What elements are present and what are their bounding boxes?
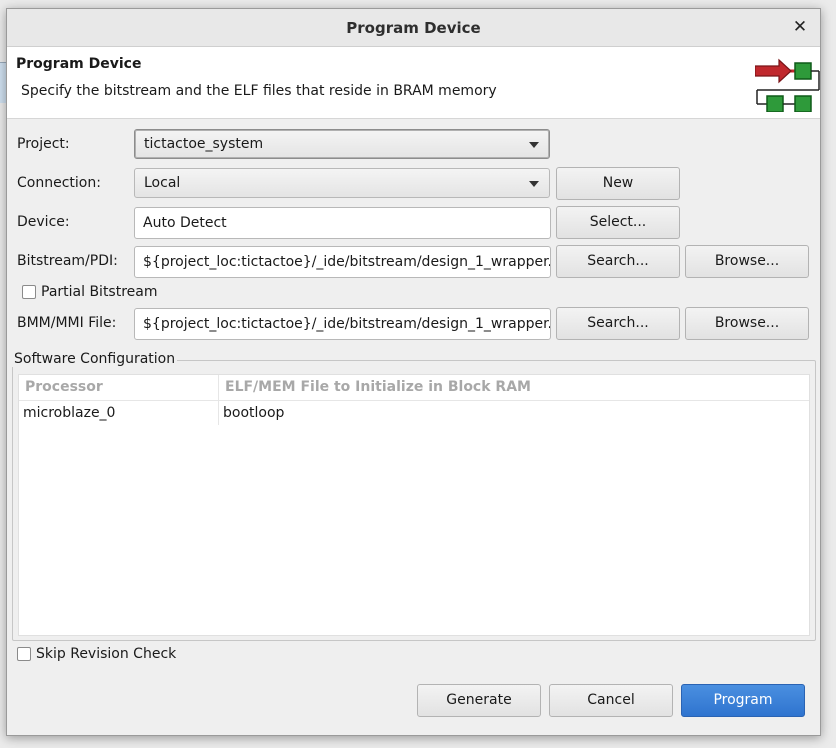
close-icon[interactable]: ✕ <box>790 17 810 37</box>
program-device-icon <box>755 58 820 112</box>
software-configuration-title: Software Configuration <box>12 351 178 367</box>
skip-revision-checkbox[interactable] <box>17 647 31 661</box>
bitstream-browse-button[interactable]: Browse... <box>685 245 809 278</box>
table-row-processor-cell[interactable]: microblaze_0 <box>19 401 218 425</box>
header-description: Specify the bitstream and the ELF files … <box>21 83 497 99</box>
bmm-browse-button[interactable]: Browse... <box>685 307 809 340</box>
connection-dropdown[interactable]: Local <box>134 168 550 198</box>
program-device-dialog: Program Device ✕ Program Device Specify … <box>6 8 821 736</box>
bitstream-search-button[interactable]: Search... <box>556 245 680 278</box>
device-label: Device: <box>17 214 70 230</box>
chevron-down-icon <box>529 142 539 148</box>
program-button[interactable]: Program <box>681 684 805 717</box>
project-dropdown[interactable]: tictactoe_system <box>134 129 550 159</box>
dialog-header: Program Device Specify the bitstream and… <box>7 47 820 119</box>
connection-label: Connection: <box>17 175 101 191</box>
dialog-title: Program Device <box>346 19 481 37</box>
bmm-label: BMM/MMI File: <box>17 315 117 331</box>
skip-revision-label: Skip Revision Check <box>36 646 177 662</box>
generate-button[interactable]: Generate <box>417 684 541 717</box>
dialog-titlebar: Program Device ✕ <box>7 9 820 47</box>
new-connection-button[interactable]: New <box>556 167 680 200</box>
cancel-button[interactable]: Cancel <box>549 684 673 717</box>
project-value: tictactoe_system <box>144 136 264 152</box>
chevron-down-icon <box>529 181 539 187</box>
bmm-search-button[interactable]: Search... <box>556 307 680 340</box>
bmm-field[interactable]: ${project_loc:tictactoe}/_ide/bitstream/… <box>134 308 551 340</box>
partial-bitstream-label: Partial Bitstream <box>41 284 158 300</box>
software-configuration-table: Processor ELF/MEM File to Initialize in … <box>18 374 810 636</box>
bitstream-field[interactable]: ${project_loc:tictactoe}/_ide/bitstream/… <box>134 246 551 278</box>
table-row-elf-cell[interactable]: bootloop <box>219 401 809 425</box>
bitstream-label: Bitstream/PDI: <box>17 253 118 269</box>
device-field[interactable]: Auto Detect <box>134 207 551 239</box>
column-header-elf-file[interactable]: ELF/MEM File to Initialize in Block RAM <box>219 375 809 400</box>
header-title: Program Device <box>16 56 142 72</box>
column-header-processor[interactable]: Processor <box>19 375 218 400</box>
connection-value: Local <box>144 175 181 191</box>
select-device-button[interactable]: Select... <box>556 206 680 239</box>
project-label: Project: <box>17 136 70 152</box>
partial-bitstream-checkbox[interactable] <box>22 285 36 299</box>
